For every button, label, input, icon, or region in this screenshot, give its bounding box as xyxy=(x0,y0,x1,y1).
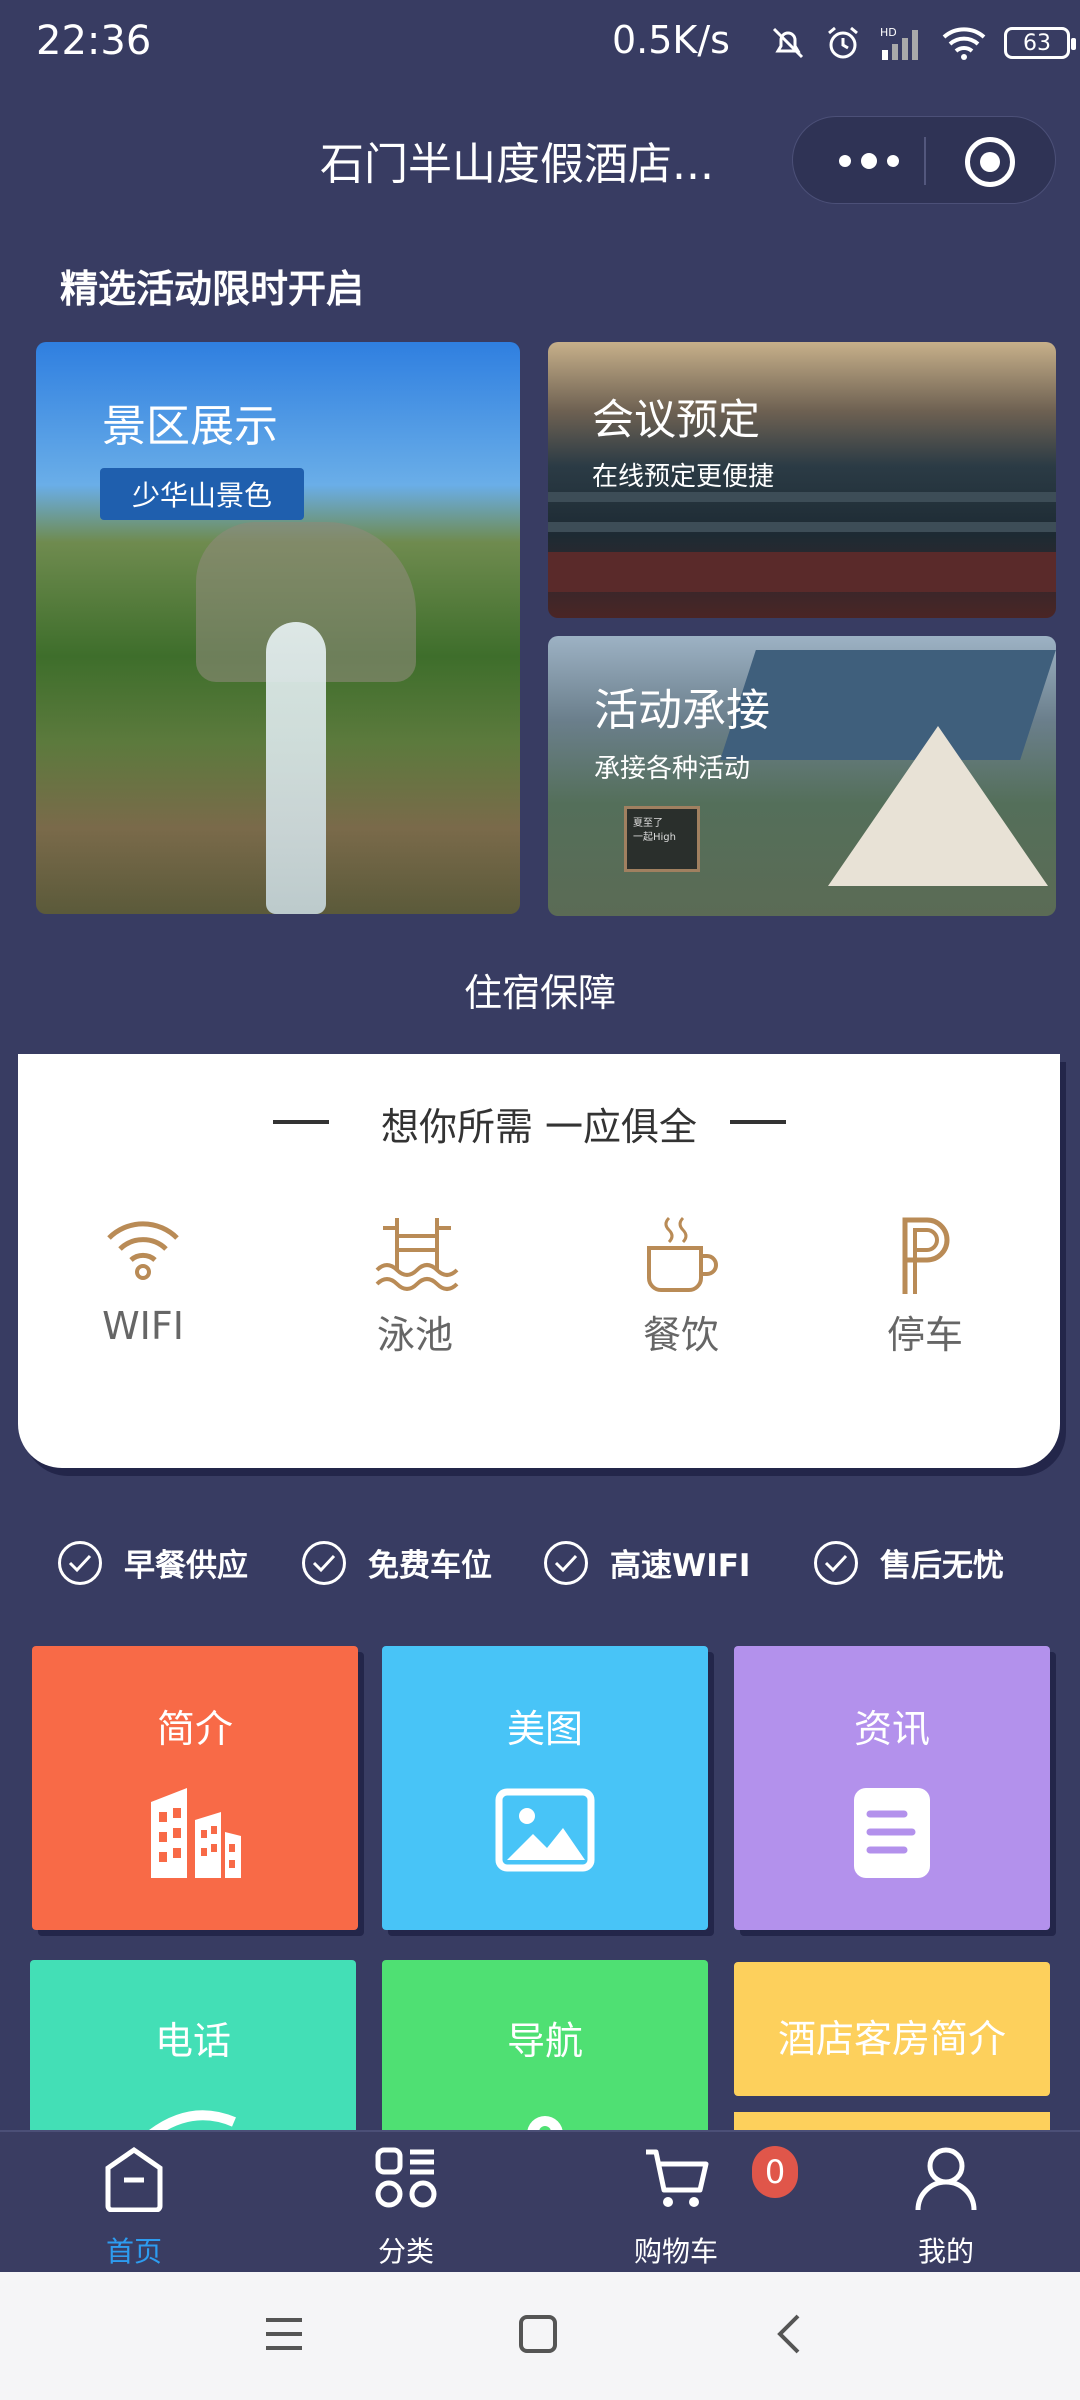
tile-label: 酒店客房简介 xyxy=(777,2017,1006,2061)
amenities-slogan: 想你所需 一应俱全 xyxy=(380,1105,698,1149)
waterfall-graphic xyxy=(266,622,326,914)
page-title: 石门半山度假酒店... xyxy=(320,139,714,190)
wifi-status-icon xyxy=(942,27,986,60)
close-button[interactable] xyxy=(965,137,1015,187)
alarm-icon xyxy=(828,26,858,59)
guarantee-label: 高速WIFI xyxy=(610,1548,751,1584)
category-icon xyxy=(375,2147,437,2208)
tile-label: 导航 xyxy=(506,2019,583,2063)
menu-icon[interactable] xyxy=(264,2316,304,2352)
tile-partial xyxy=(734,2112,1050,2132)
tile-navigation[interactable]: 导航 xyxy=(382,1960,708,2134)
event-card[interactable]: 夏至了 一起High 活动承接 承接各种活动 xyxy=(548,636,1056,916)
miniprogram-capsule xyxy=(792,116,1056,204)
back-icon[interactable] xyxy=(776,2314,802,2354)
amenity-label: WIFI xyxy=(102,1304,184,1348)
tab-bar: 首页 分类 购物车 我的 xyxy=(0,2130,1080,2270)
document-icon xyxy=(854,1788,930,1878)
chair-row xyxy=(548,552,1056,592)
slogan-divider-right xyxy=(730,1120,786,1124)
event-card-subtitle: 承接各种活动 xyxy=(594,754,751,784)
guarantee-item: 免费车位 xyxy=(302,1540,492,1585)
signal-icon: HD xyxy=(880,26,918,60)
tab-profile[interactable]: 我的 xyxy=(876,2132,1016,2272)
check-circle-icon xyxy=(302,1540,346,1585)
cart-icon xyxy=(646,2149,709,2207)
more-button[interactable] xyxy=(829,139,909,183)
pool-icon xyxy=(375,1218,459,1291)
guarantee-item: 早餐供应 xyxy=(58,1540,248,1585)
svg-text:HD: HD xyxy=(880,26,897,39)
battery-icon: 63 xyxy=(1004,27,1076,59)
meeting-card[interactable]: 会议预定 在线预定更便捷 xyxy=(548,342,1056,618)
system-navigation-bar xyxy=(0,2272,1080,2400)
home-square-icon[interactable] xyxy=(518,2314,558,2354)
tile-label: 电话 xyxy=(154,2019,231,2063)
status-bar: 22:36 0.5K/s HD 63 xyxy=(0,0,1080,90)
amenity-parking[interactable]: 停车 xyxy=(840,1214,1010,1364)
tile-label: 简介 xyxy=(156,1707,233,1751)
network-speed: 0.5K/s xyxy=(612,18,730,62)
tab-cart[interactable]: 购物车 xyxy=(606,2132,746,2272)
tab-label: 我的 xyxy=(917,2235,974,2268)
mute-icon xyxy=(772,27,804,59)
tile-phone[interactable]: 电话 xyxy=(30,1960,356,2134)
meeting-card-subtitle: 在线预定更便捷 xyxy=(592,462,775,492)
home-icon xyxy=(105,2146,163,2212)
tile-gallery[interactable]: 美图 xyxy=(382,1646,708,1930)
guarantee-item: 售后无忧 xyxy=(814,1540,1004,1585)
chalkboard-sign: 夏至了 一起High xyxy=(624,806,700,872)
guarantee-label: 免费车位 xyxy=(368,1548,492,1584)
amenity-wifi[interactable]: WIFI xyxy=(58,1214,228,1364)
check-circle-icon xyxy=(814,1540,858,1585)
scenic-card-title: 景区展示 xyxy=(102,401,278,452)
target-icon xyxy=(980,152,1000,172)
chalkboard-text: 夏至了 一起High xyxy=(633,818,676,843)
meeting-card-title: 会议预定 xyxy=(592,395,761,444)
amenity-label: 餐饮 xyxy=(642,1313,719,1357)
tab-label: 购物车 xyxy=(633,2235,718,2268)
amenity-label: 泳池 xyxy=(376,1313,453,1357)
tile-rooms[interactable]: 酒店客房简介 xyxy=(734,1962,1050,2096)
amenity-pool[interactable]: 泳池 xyxy=(330,1214,500,1364)
coffee-cup-icon xyxy=(647,1216,718,1292)
seat-row xyxy=(548,492,1056,502)
parking-icon xyxy=(902,1217,950,1294)
tile-label: 资讯 xyxy=(853,1707,930,1751)
amenity-label: 停车 xyxy=(886,1313,963,1357)
tile-news[interactable]: 资讯 xyxy=(734,1646,1050,1930)
tab-category[interactable]: 分类 xyxy=(336,2132,476,2272)
seat-row xyxy=(548,522,1056,532)
building-icon xyxy=(151,1788,241,1878)
scenic-card-tag: 少华山景色 xyxy=(100,468,304,520)
status-time: 22:36 xyxy=(36,18,152,64)
event-card-title: 活动承接 xyxy=(594,685,770,736)
status-icons: HD 63 xyxy=(770,18,1076,68)
wifi-icon xyxy=(107,1221,179,1280)
featured-section-title: 精选活动限时开启 xyxy=(60,267,365,311)
tile-intro[interactable]: 简介 xyxy=(32,1646,358,1930)
tab-label: 首页 xyxy=(105,2235,162,2268)
amenity-dining[interactable]: 餐饮 xyxy=(596,1214,766,1364)
tab-label: 分类 xyxy=(377,2235,434,2268)
guarantee-item: 高速WIFI xyxy=(544,1540,750,1585)
tent-graphic xyxy=(828,726,1048,886)
tile-label: 美图 xyxy=(506,1707,583,1751)
check-circle-icon xyxy=(58,1540,102,1585)
stay-section-title: 住宿保障 xyxy=(463,971,616,1015)
capsule-divider xyxy=(924,137,926,185)
guarantee-label: 早餐供应 xyxy=(124,1548,248,1584)
guarantee-label: 售后无忧 xyxy=(880,1548,1004,1584)
check-circle-icon xyxy=(544,1540,588,1585)
cart-count-badge: 0 xyxy=(752,2146,798,2198)
user-icon xyxy=(915,2147,977,2211)
tab-home[interactable]: 首页 xyxy=(64,2132,204,2272)
amenities-panel: 想你所需 一应俱全 WIFI 泳池 餐饮 停车 xyxy=(18,1054,1060,1468)
scenic-card[interactable]: 景区展示 少华山景色 xyxy=(36,342,520,914)
image-icon xyxy=(495,1788,595,1872)
